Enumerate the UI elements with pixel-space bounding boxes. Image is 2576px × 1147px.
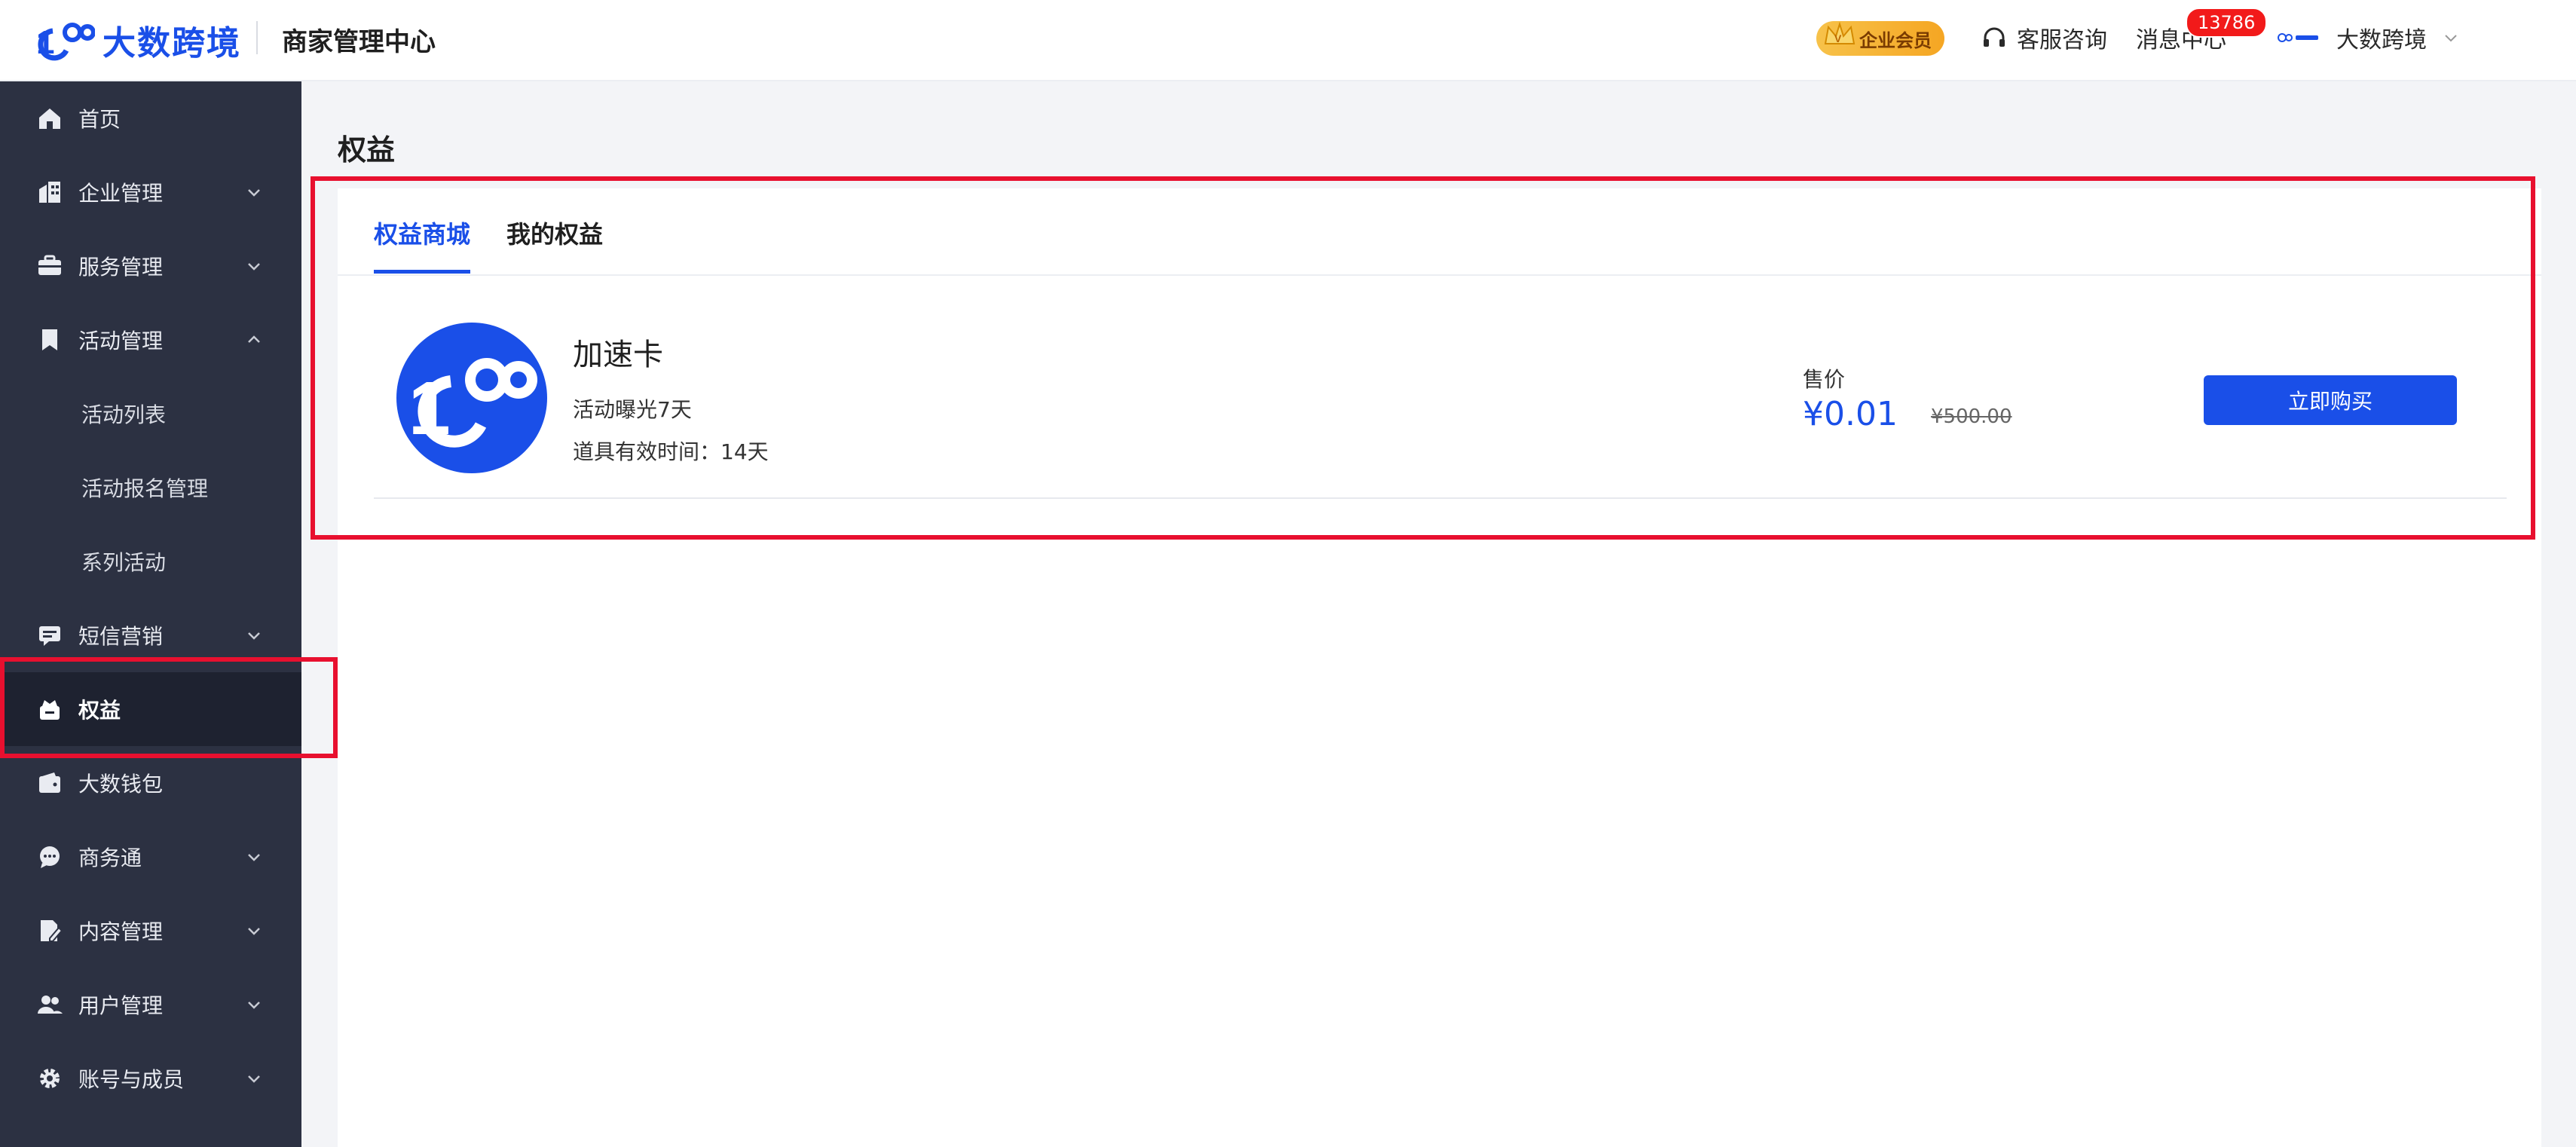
chevron-down-icon xyxy=(248,263,260,271)
logo-mark-icon: 1 xyxy=(35,17,96,63)
sidebar-item-label: 服务管理 xyxy=(78,255,164,280)
customer-service-link[interactable]: 客服咨询 xyxy=(1981,21,2107,54)
sidebar-item-label: 活动管理 xyxy=(78,329,164,353)
sidebar-item-label: 企业管理 xyxy=(78,181,164,206)
user-name: 大数跨境 xyxy=(2336,27,2427,54)
crown-icon: V xyxy=(1824,21,1856,44)
sidebar-item-activity-signup[interactable]: 活动报名管理 xyxy=(0,451,301,525)
logo-text: 大数跨境 xyxy=(102,24,241,63)
sidebar-item-label: 系列活动 xyxy=(81,550,167,575)
header-divider xyxy=(256,21,258,54)
sidebar-item-service[interactable]: 服务管理 xyxy=(0,229,301,303)
document-edit-icon xyxy=(41,920,63,942)
chevron-down-icon xyxy=(2445,35,2457,42)
headset-icon xyxy=(1984,27,2005,47)
briefcase-icon xyxy=(38,255,61,275)
vip-badge[interactable]: V 企业会员 xyxy=(1816,21,1944,56)
sidebar-item-label: 用户管理 xyxy=(78,993,164,1018)
chevron-down-icon xyxy=(248,632,260,640)
sidebar-item-content[interactable]: 内容管理 xyxy=(0,894,301,968)
sidebar-item-business-chat[interactable]: 商务通 xyxy=(0,820,301,894)
sidebar-item-account-members[interactable]: 账号与成员 xyxy=(0,1041,301,1115)
sidebar-item-series-activity[interactable]: 系列活动 xyxy=(0,525,301,598)
svg-text:V: V xyxy=(1834,32,1842,44)
sidebar-item-users[interactable]: 用户管理 xyxy=(0,968,301,1041)
sidebar-item-label: 商务通 xyxy=(78,846,142,870)
user-avatar xyxy=(2276,26,2321,49)
sidebar-item-enterprise[interactable]: 企业管理 xyxy=(0,155,301,229)
chevron-down-icon xyxy=(248,928,260,935)
sidebar-item-label: 内容管理 xyxy=(78,919,164,944)
center-title: 商家管理中心 xyxy=(282,27,436,57)
sidebar-item-label: 活动报名管理 xyxy=(81,476,209,501)
sms-icon xyxy=(39,626,60,646)
service-label: 客服咨询 xyxy=(2017,27,2107,54)
chevron-down-icon xyxy=(248,189,260,197)
sidebar-item-home[interactable]: 首页 xyxy=(0,81,301,155)
sidebar-item-label: 活动列表 xyxy=(81,402,167,427)
sidebar: 首页 企业管理 服务管理 活动管理 活动列表 活动报名管理 系列活动 短信营销 … xyxy=(0,81,301,1147)
bookmark-icon xyxy=(42,329,57,350)
home-icon xyxy=(39,109,60,129)
users-icon xyxy=(38,996,63,1014)
sidebar-item-activity-list[interactable]: 活动列表 xyxy=(0,377,301,451)
chevron-up-icon xyxy=(248,335,260,343)
gear-icon xyxy=(40,1069,60,1088)
message-count-badge: 13786 xyxy=(2186,8,2268,38)
page-title: 权益 xyxy=(338,133,396,167)
user-menu[interactable]: 大数跨境 xyxy=(2276,21,2458,54)
highlight-box xyxy=(311,176,2535,540)
chevron-down-icon xyxy=(248,854,260,861)
sidebar-item-label: 大数钱包 xyxy=(78,772,164,797)
wallet-icon xyxy=(39,772,60,793)
sidebar-item-activity[interactable]: 活动管理 xyxy=(0,303,301,377)
sidebar-item-label: 账号与成员 xyxy=(78,1067,185,1092)
top-header: 1 大数跨境 商家管理中心 V 企业会员 客服咨询 消息中心 13786 大数跨… xyxy=(0,0,2576,81)
chevron-down-icon xyxy=(248,1075,260,1083)
chevron-down-icon xyxy=(248,1002,260,1009)
sidebar-item-label: 首页 xyxy=(78,107,121,132)
sidebar-item-label: 短信营销 xyxy=(78,624,164,649)
vip-label: 企业会员 xyxy=(1859,29,1932,51)
building-icon xyxy=(39,182,60,203)
highlight-box xyxy=(0,657,338,758)
brand-logo[interactable]: 1 大数跨境 xyxy=(35,14,241,66)
chat-icon xyxy=(40,846,60,868)
